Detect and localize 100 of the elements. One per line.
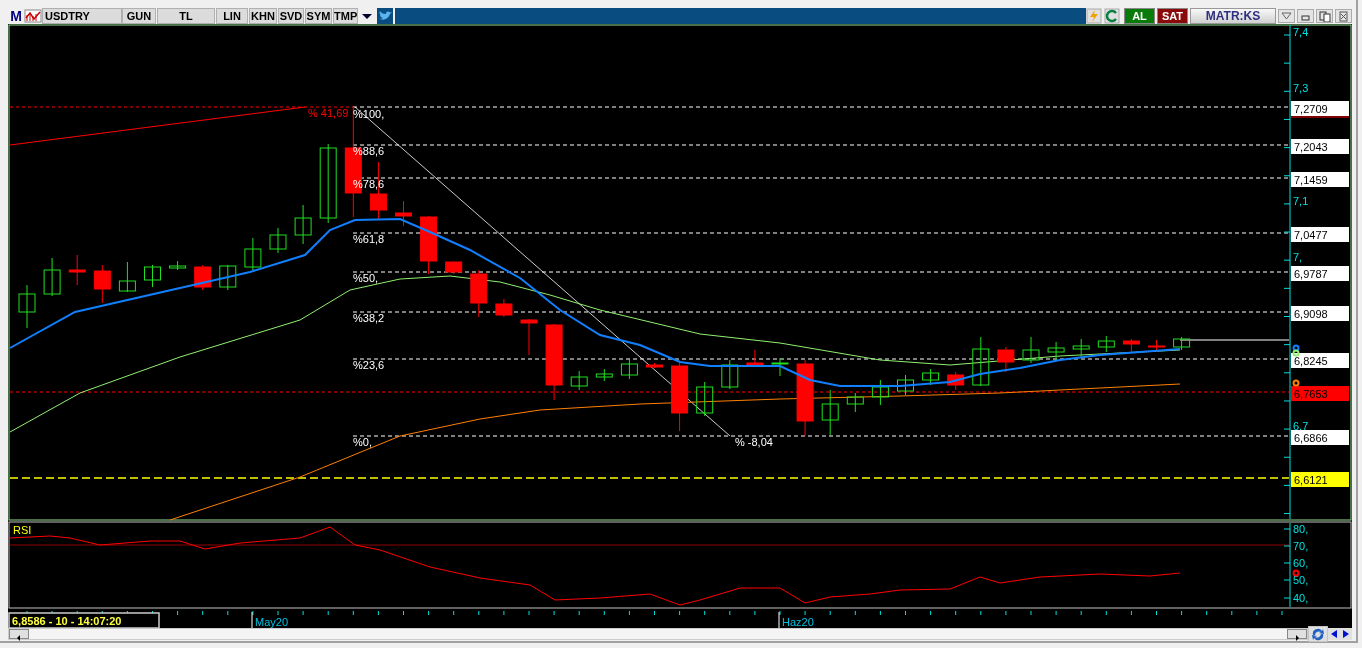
candlestick xyxy=(646,362,663,369)
candlestick xyxy=(595,368,613,382)
bird-icon[interactable] xyxy=(377,8,395,24)
candlestick xyxy=(495,298,513,318)
minimize-button[interactable] xyxy=(1297,9,1314,23)
toolbar-button[interactable]: SYM xyxy=(305,8,332,24)
candlestick xyxy=(1047,341,1065,361)
fibonacci-label: %50, xyxy=(353,272,379,284)
chart-icon[interactable] xyxy=(24,8,42,24)
candlestick xyxy=(219,264,237,291)
candlestick xyxy=(922,368,940,386)
price-label: 7,2043 xyxy=(1294,141,1328,153)
series-marker-icon xyxy=(1292,379,1300,387)
candlestick xyxy=(620,357,638,380)
close-button[interactable] xyxy=(1335,9,1352,23)
axis-tick-label: 40, xyxy=(1293,592,1309,604)
price-label: 7,1459 xyxy=(1294,174,1328,186)
candlestick xyxy=(746,349,764,368)
candlestick xyxy=(68,254,86,286)
toolbar-button[interactable]: TL xyxy=(157,8,215,24)
date-marker-line xyxy=(251,611,253,628)
fibonacci-label: %61,8 xyxy=(353,233,385,245)
toolbar-button[interactable]: TMP xyxy=(333,8,358,24)
axis-tick-label: 7,4 xyxy=(1293,26,1309,38)
close-icon xyxy=(1336,10,1351,22)
price-label: 7,2709 xyxy=(1294,103,1328,115)
restore-icon xyxy=(1317,10,1332,22)
axis-tick-label: 50, xyxy=(1293,574,1309,586)
candlestick xyxy=(671,362,689,432)
candlestick xyxy=(1122,338,1140,353)
candlestick xyxy=(194,264,212,291)
symbol-field[interactable]: USDTRY xyxy=(42,8,122,24)
candlestick xyxy=(972,336,990,387)
candlestick xyxy=(771,357,789,377)
fibonacci-label: %0, xyxy=(353,436,372,448)
refresh-c-icon[interactable] xyxy=(1104,8,1122,24)
candlestick xyxy=(947,371,965,391)
rsi-title: RSI xyxy=(13,524,32,536)
axis-tick-label: 7,3 xyxy=(1293,82,1309,94)
axis-tick-label: 60, xyxy=(1293,557,1309,569)
candlestick xyxy=(470,269,488,318)
candlestick xyxy=(18,284,36,329)
candlestick xyxy=(169,260,187,271)
buy-button[interactable]: AL xyxy=(1124,8,1155,24)
axis-tick-label: 70, xyxy=(1293,540,1309,552)
arrow-right-icon[interactable] xyxy=(1340,628,1352,640)
price-label: 6,8245 xyxy=(1294,355,1328,367)
candlestick xyxy=(269,227,287,254)
scroll-right-button[interactable] xyxy=(1287,629,1307,639)
price-label: 7,0477 xyxy=(1294,229,1328,241)
status-readout: 6,8586 - 10 - 14:07:20 xyxy=(8,612,160,628)
trend-label: % 41,69 xyxy=(308,107,349,119)
candlestick xyxy=(1072,338,1090,359)
axis-tick-label: 6,7 xyxy=(1293,420,1309,432)
candlestick xyxy=(144,264,161,288)
candlestick xyxy=(395,200,412,227)
candlestick xyxy=(846,392,864,413)
toolbar-button[interactable]: KHN xyxy=(249,8,277,24)
candlestick xyxy=(721,359,739,390)
series-marker-icon xyxy=(1292,569,1300,577)
toolbar-button[interactable]: GUN xyxy=(122,8,156,24)
price-label: 6,6866 xyxy=(1294,432,1328,444)
candlestick xyxy=(520,318,538,356)
candlestick xyxy=(1173,336,1191,351)
candlestick xyxy=(420,215,438,275)
price-label: 6,9098 xyxy=(1294,308,1328,320)
fibonacci-label: %38,2 xyxy=(353,312,385,324)
candlestick xyxy=(294,204,312,245)
scroll-left-button[interactable] xyxy=(9,629,29,639)
candlestick xyxy=(244,237,262,271)
fibonacci-label: %23,6 xyxy=(353,359,385,371)
candlestick xyxy=(118,261,136,293)
toolbar-button[interactable]: SVD xyxy=(278,8,304,24)
sync-arrows-icon[interactable] xyxy=(1308,626,1328,642)
candlestick xyxy=(43,257,61,297)
candlestick xyxy=(570,370,588,391)
candlestick xyxy=(1148,339,1165,353)
axis-tick-label: 7, xyxy=(1293,251,1303,263)
price-label: 6,9787 xyxy=(1294,268,1328,280)
toolbar-button[interactable]: LIN xyxy=(216,8,248,24)
candlestick xyxy=(445,261,463,275)
arrow-left-icon[interactable] xyxy=(1328,628,1340,640)
candlestick xyxy=(997,346,1015,373)
sell-button[interactable]: SAT xyxy=(1157,8,1188,24)
trend-label: % -8,04 xyxy=(735,436,773,448)
date-label: May20 xyxy=(255,616,289,628)
candlestick xyxy=(93,264,111,304)
candlestick xyxy=(897,374,914,396)
axis-tick-label: 7,1 xyxy=(1293,195,1309,207)
candlestick xyxy=(1022,336,1040,364)
price-tag-underline xyxy=(1290,116,1350,118)
candlestick xyxy=(871,379,889,406)
date-marker-line xyxy=(778,611,780,628)
axis-tick-label: 80, xyxy=(1293,523,1309,535)
restore-button[interactable] xyxy=(1316,9,1333,23)
date-label: Haz20 xyxy=(782,616,814,628)
price-label: 6,7653 xyxy=(1294,388,1328,400)
price-label: 6,6121 xyxy=(1294,474,1328,486)
candlestick xyxy=(1097,335,1115,353)
app-logo: M xyxy=(8,8,24,24)
